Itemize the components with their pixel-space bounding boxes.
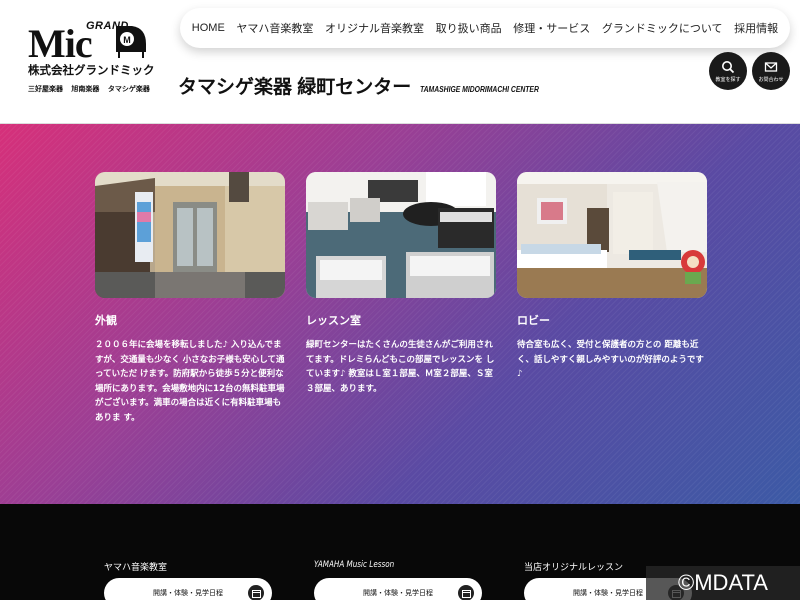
exterior-photo [95, 172, 285, 298]
find-school-label: 教室を探す [715, 76, 741, 83]
schedule-button-label: 開講・体験・見学日程 [363, 589, 433, 597]
lesson-room-photo [306, 172, 496, 298]
logo-subsidiaries: 三好屋楽器 旭南楽器 タマシゲ楽器 [28, 85, 150, 93]
site-header: GRAND Mic M 株式会社グランドミック 三好屋楽器 旭南楽器 タマシゲ楽… [0, 0, 800, 124]
nav-item-repair-service[interactable]: 修理・サービス [513, 20, 590, 36]
schedule-button-label: 開講・体験・見学日程 [573, 589, 643, 597]
search-icon [722, 60, 735, 73]
nav-item-yamaha-school[interactable]: ヤマハ音楽教室 [236, 20, 313, 36]
card-lobby: ロビー 待合室も広く、受付と保護者の方との 距離も近く、話しやすく親しみやすいの… [517, 172, 707, 382]
contact-label: お問合わせ [758, 76, 784, 83]
grand-piano-icon: M [116, 26, 146, 58]
nav-item-products[interactable]: 取り扱い商品 [436, 20, 502, 36]
card-text: ２００６年に会場を移転しました♪ 入り込んでますが、交通量も少なく 小さなお子様… [95, 340, 285, 423]
card-heading: レッスン室 [306, 314, 361, 327]
calendar-icon [248, 585, 264, 600]
copyright-watermark: ©MDATA [646, 566, 800, 600]
footer-column-yamaha-lesson: YAMAHA Music Lesson 開講・体験・見学日程 [314, 560, 484, 600]
nav-item-original-school[interactable]: オリジナル音楽教室 [325, 20, 424, 36]
card-text: 待合室も広く、受付と保護者の方との 距離も近く、話しやすく親しみやすいのが好評の… [517, 340, 704, 379]
mail-icon [764, 61, 778, 72]
card-lesson-room: レッスン室 緑町センターはたくさんの生徒さんがご利用されてます。ドレミらんどもこ… [306, 172, 496, 396]
logo-mic-text: Mic [28, 21, 93, 66]
footer-heading: ヤマハ音楽教室 [104, 563, 168, 573]
card-heading: 外観 [95, 314, 117, 327]
grandmic-logo[interactable]: GRAND Mic M 株式会社グランドミック 三好屋楽器 旭南楽器 タマシゲ楽… [26, 18, 156, 98]
schedule-button-label: 開講・体験・見学日程 [153, 589, 223, 597]
card-heading: ロビー [517, 314, 550, 327]
nav-item-about[interactable]: グランドミックについて [602, 20, 723, 36]
card-text: 緑町センターはたくさんの生徒さんがご利用されてます。ドレミらんどもこの部屋でレッ… [306, 340, 495, 394]
svg-text:M: M [123, 35, 131, 45]
contact-button[interactable]: お問合わせ [752, 52, 790, 90]
calendar-icon [458, 585, 474, 600]
logo-company-name: 株式会社グランドミック [28, 65, 155, 77]
lobby-photo [517, 172, 707, 298]
find-school-button[interactable]: 教室を探す [709, 52, 747, 90]
page-title: タマシゲ楽器 緑町センター [178, 77, 412, 98]
card-exterior: 外観 ２００６年に会場を移転しました♪ 入り込んでますが、交通量も少なく 小さな… [95, 172, 285, 425]
schedule-button[interactable]: 開講・体験・見学日程 [314, 578, 482, 600]
footer-heading: YAMAHA Music Lesson [314, 560, 395, 570]
main-content: 外観 ２００６年に会場を移転しました♪ 入り込んでますが、交通量も少なく 小さな… [0, 124, 800, 504]
nav-item-recruit[interactable]: 採用情報 [734, 20, 778, 36]
nav-item-home[interactable]: HOME [192, 22, 225, 34]
footer-column-yamaha: ヤマハ音楽教室 開講・体験・見学日程 [104, 560, 274, 600]
schedule-button[interactable]: 開講・体験・見学日程 [104, 578, 272, 600]
page-subtitle: TAMASHIGE MIDORIMACHI CENTER [420, 85, 539, 94]
main-nav: HOME ヤマハ音楽教室 オリジナル音楽教室 取り扱い商品 修理・サービス グラ… [180, 8, 790, 48]
